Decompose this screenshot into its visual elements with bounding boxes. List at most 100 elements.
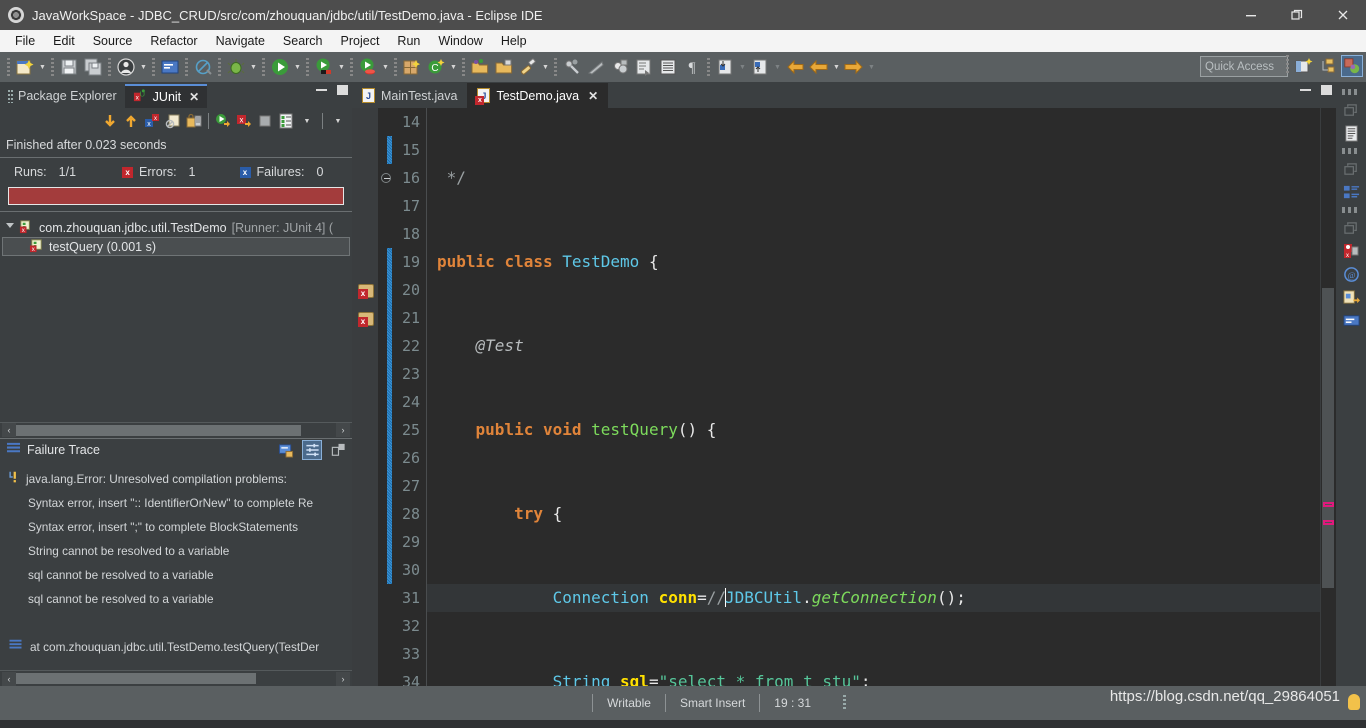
view-menu-icon[interactable]: ▼: [297, 111, 317, 131]
debug-icon[interactable]: [225, 56, 247, 78]
restore-view-icon[interactable]: [1340, 99, 1362, 121]
stop-icon[interactable]: [163, 111, 183, 131]
failure-trace-row[interactable]: String cannot be resolved to a variable: [0, 539, 352, 563]
menu-file[interactable]: File: [6, 32, 44, 50]
forward-dropdown-icon[interactable]: ▼: [866, 56, 877, 78]
rail-grip[interactable]: [1342, 148, 1360, 154]
pilcrow-icon[interactable]: ¶: [681, 56, 703, 78]
back-alt-icon[interactable]: [808, 56, 830, 78]
no-entry-icon[interactable]: [192, 56, 214, 78]
search-icon[interactable]: [517, 56, 539, 78]
previous-annotation-icon[interactable]: [749, 56, 771, 78]
show-whitespace-icon[interactable]: [633, 56, 655, 78]
back-dropdown-icon[interactable]: ▼: [831, 56, 842, 78]
test-history-icon[interactable]: [276, 111, 296, 131]
tree-horizontal-scrollbar[interactable]: ‹ ›: [0, 421, 352, 438]
rail-grip[interactable]: [1342, 207, 1360, 213]
java-ee-perspective-icon[interactable]: [1341, 55, 1363, 77]
minimize-editor-icon[interactable]: [1300, 89, 1311, 91]
close-icon[interactable]: ✕: [588, 89, 598, 103]
block-selection-icon[interactable]: [657, 56, 679, 78]
failure-trace-row[interactable]: java.lang.Error: Unresolved compilation …: [0, 467, 352, 491]
quick-fix-bulb-icon[interactable]: [1348, 694, 1360, 710]
filter-stack-trace-icon[interactable]: [302, 440, 322, 460]
rerun-test-icon[interactable]: [213, 111, 233, 131]
scroll-right-icon[interactable]: ›: [336, 671, 350, 686]
console-view-icon[interactable]: [1340, 309, 1362, 331]
tab-junit[interactable]: x U JUnit ✕: [124, 84, 208, 108]
compare-result-icon[interactable]: [328, 440, 348, 460]
failure-trace-row[interactable]: Syntax error, insert ";" to complete Blo…: [0, 515, 352, 539]
close-button[interactable]: [1320, 0, 1366, 30]
console-icon[interactable]: [159, 56, 181, 78]
save-all-icon[interactable]: [82, 56, 104, 78]
close-icon[interactable]: ✕: [189, 90, 199, 104]
coverage-icon[interactable]: [357, 56, 379, 78]
run-config-dropdown-icon[interactable]: ▼: [336, 56, 347, 78]
task-view-icon[interactable]: [1340, 286, 1362, 308]
menu-help[interactable]: Help: [492, 32, 536, 50]
editor-tab-maintest[interactable]: J MainTest.java: [352, 83, 468, 108]
quick-access-input[interactable]: Quick Access: [1200, 56, 1288, 77]
previous-annotation-dropdown-icon[interactable]: ▼: [772, 56, 783, 78]
last-edit-location-icon[interactable]: [609, 56, 631, 78]
restore-view-2-icon[interactable]: [1340, 158, 1362, 180]
menu-navigate[interactable]: Navigate: [207, 32, 274, 50]
open-task-icon[interactable]: [493, 56, 515, 78]
menu-run[interactable]: Run: [388, 32, 429, 50]
scroll-lock-icon[interactable]: [184, 111, 204, 131]
maximize-panel-icon[interactable]: [337, 85, 348, 95]
open-type-icon[interactable]: [469, 56, 491, 78]
folding-ruler[interactable]: [378, 108, 396, 686]
view-chevron-icon[interactable]: ▼: [328, 111, 348, 131]
person-dropdown-icon[interactable]: ▼: [138, 56, 149, 78]
run-config-icon[interactable]: [313, 56, 335, 78]
java-perspective-icon[interactable]: [1317, 55, 1339, 77]
tree-row[interactable]: x testQuery (0.001 s): [2, 237, 350, 256]
annotation-ruler[interactable]: [352, 108, 378, 686]
scroll-right-icon[interactable]: ›: [336, 423, 350, 437]
fold-collapse-icon[interactable]: [381, 173, 391, 183]
debug-dropdown-icon[interactable]: ▼: [248, 56, 259, 78]
new-perspective-icon[interactable]: [1293, 55, 1315, 77]
terminate-icon[interactable]: [255, 111, 275, 131]
run-icon[interactable]: [269, 56, 291, 78]
marker-icon[interactable]: [561, 56, 583, 78]
toggle-mark-occurrences-icon[interactable]: [585, 56, 607, 78]
new-java-package-icon[interactable]: [401, 56, 423, 78]
overview-error-marker[interactable]: [1323, 520, 1334, 525]
minimize-button[interactable]: [1228, 0, 1274, 30]
person-icon[interactable]: [115, 56, 137, 78]
maximize-button[interactable]: [1274, 0, 1320, 30]
junit-test-tree[interactable]: x com.zhouquan.jdbc.util.TestDemo [Runne…: [0, 211, 352, 422]
back-icon[interactable]: [784, 56, 806, 78]
error-marker-line-20[interactable]: [358, 284, 374, 299]
failure-trace-horizontal-scrollbar[interactable]: ‹ ›: [0, 670, 352, 686]
failure-trace-row[interactable]: Syntax error, insert ":: IdentifierOrNew…: [0, 491, 352, 515]
menu-project[interactable]: Project: [332, 32, 389, 50]
scroll-thumb[interactable]: [16, 673, 256, 684]
menu-edit[interactable]: Edit: [44, 32, 84, 50]
rerun-failed-icon[interactable]: x: [234, 111, 254, 131]
coverage-dropdown-icon[interactable]: ▼: [380, 56, 391, 78]
editor-tab-testdemo[interactable]: J TestDemo.java ✕: [467, 83, 609, 108]
next-failure-icon[interactable]: [100, 111, 120, 131]
overview-ruler[interactable]: [1320, 108, 1336, 686]
menu-source[interactable]: Source: [84, 32, 142, 50]
search-dropdown-icon[interactable]: ▼: [540, 56, 551, 78]
new-wizard-icon[interactable]: [14, 56, 36, 78]
tab-package-explorer[interactable]: Package Explorer: [0, 84, 125, 108]
failure-trace-row[interactable]: sql cannot be resolved to a variable: [0, 587, 352, 611]
forward-icon[interactable]: [843, 56, 865, 78]
outline-view-icon[interactable]: [1340, 122, 1362, 144]
next-annotation-dropdown-icon[interactable]: ▼: [737, 56, 748, 78]
error-marker-line-21[interactable]: [358, 312, 374, 327]
run-dropdown-icon[interactable]: ▼: [292, 56, 303, 78]
status-grip[interactable]: [843, 695, 846, 711]
maximize-editor-icon[interactable]: [1321, 85, 1332, 95]
copy-trace-icon[interactable]: [276, 440, 296, 460]
failure-trace-content[interactable]: java.lang.Error: Unresolved compilation …: [0, 461, 352, 670]
source-code[interactable]: */ public class TestDemo { @Test public …: [426, 108, 1320, 686]
new-java-class-icon[interactable]: C: [425, 56, 447, 78]
scroll-left-icon[interactable]: ‹: [2, 423, 16, 437]
